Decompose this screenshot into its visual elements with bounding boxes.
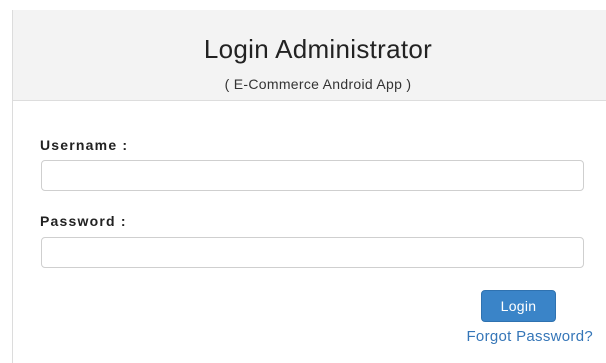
username-input[interactable] [41,160,584,191]
password-label: Password : [40,213,127,229]
page-title: Login Administrator [203,34,433,64]
login-button[interactable]: Login [481,290,556,322]
login-panel: Login Administrator ( E-Commerce Android… [12,10,606,363]
forgot-password-link[interactable]: Forgot Password? [393,328,593,345]
login-panel-heading: Login Administrator ( E-Commerce Android… [13,10,606,101]
username-label: Username : [40,137,129,153]
password-input[interactable] [41,237,584,268]
page-subtitle: ( E-Commerce Android App ) [224,76,412,92]
